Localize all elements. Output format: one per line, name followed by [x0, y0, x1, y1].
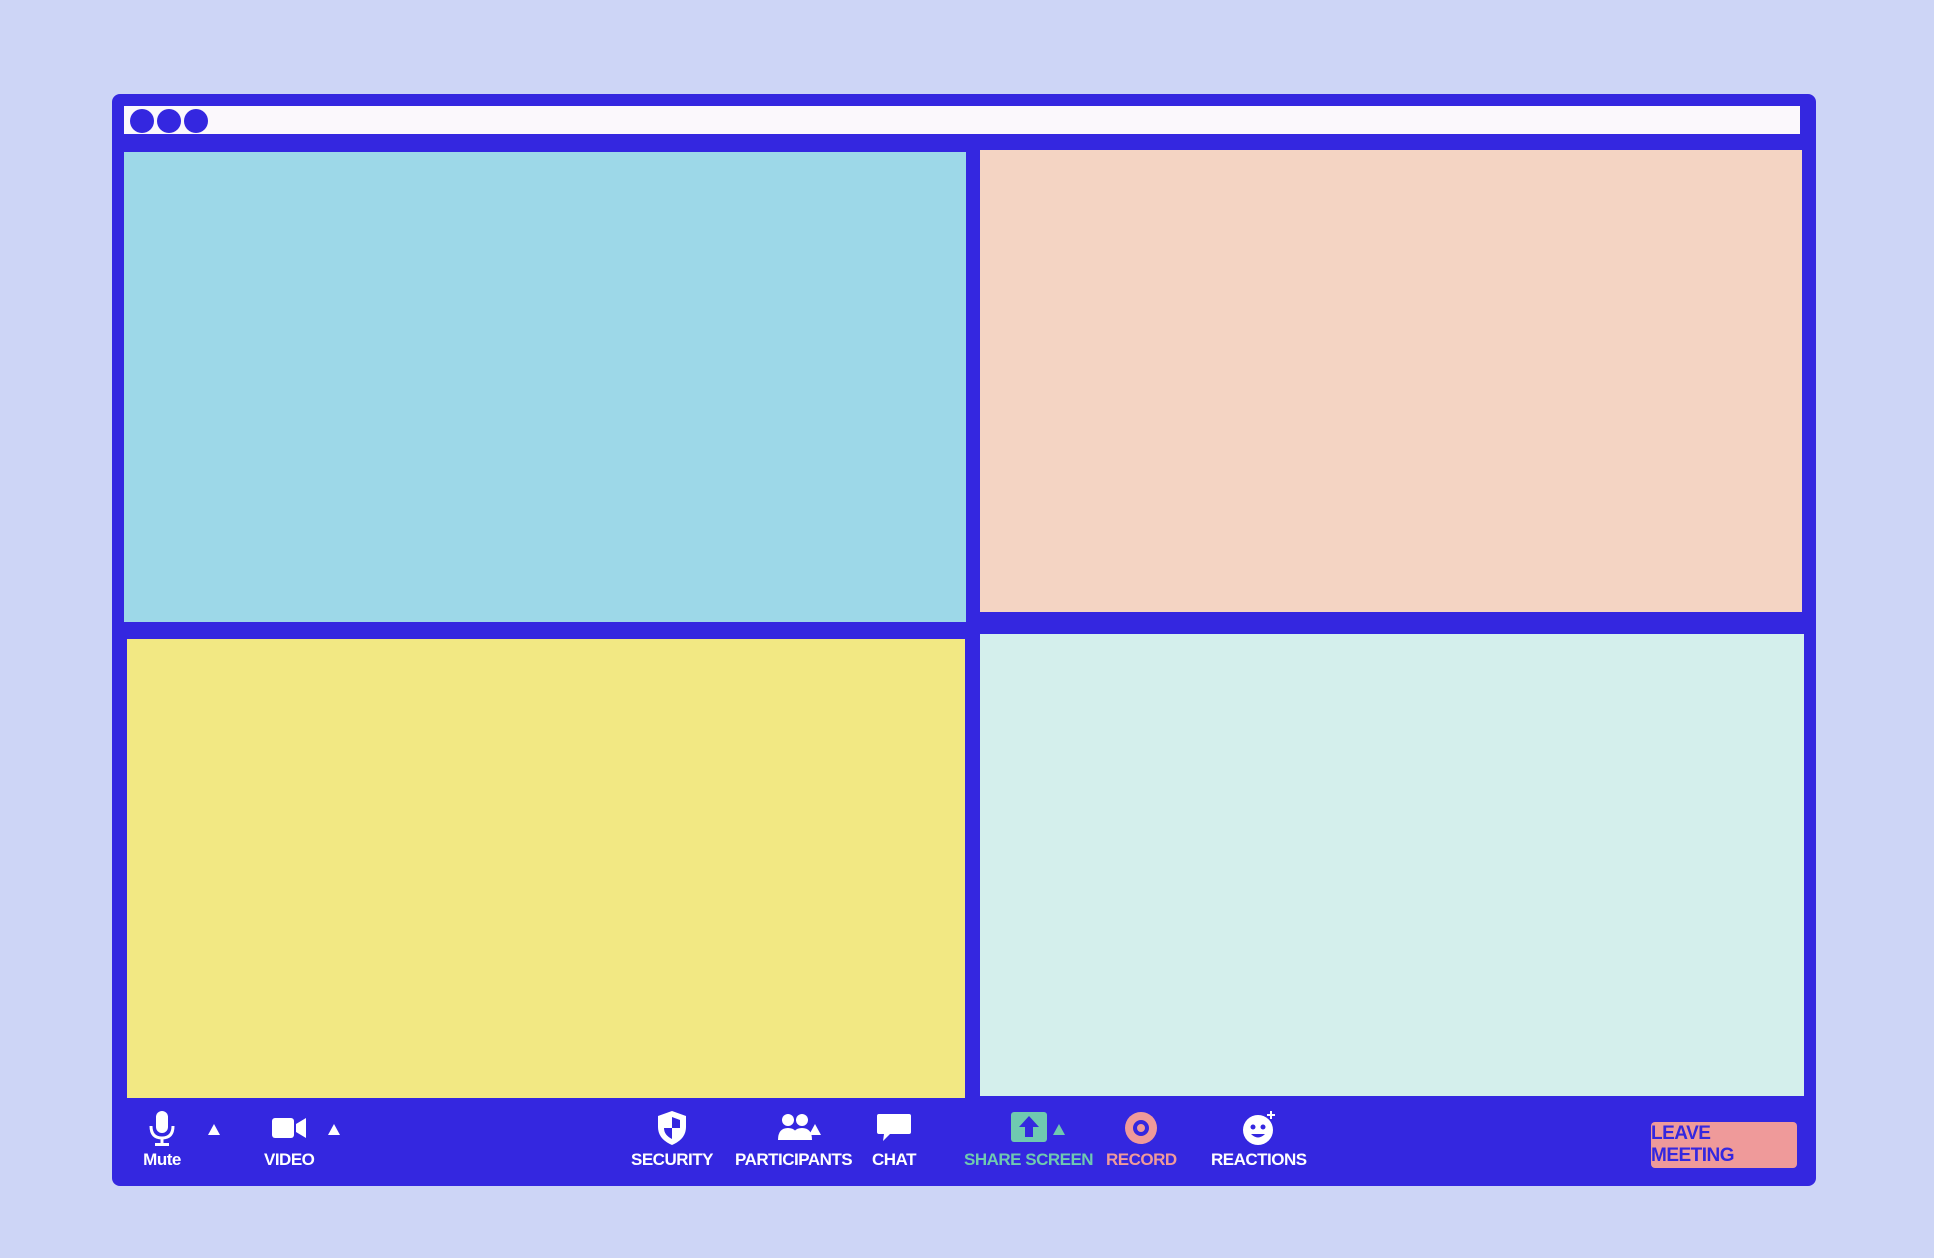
chat-label: CHAT: [872, 1150, 916, 1169]
mute-button[interactable]: Mute: [142, 1108, 182, 1170]
microphone-icon: [149, 1111, 175, 1146]
meeting-window: Mute VIDEO SECURITY PARTICIPANTS CHAT SH…: [112, 94, 1816, 1186]
share-screen-label: SHARE SCREEN: [964, 1150, 1094, 1169]
smiley-icon: [1242, 1111, 1275, 1145]
video-options-caret[interactable]: [328, 1124, 340, 1135]
meeting-toolbar: Mute VIDEO SECURITY PARTICIPANTS CHAT SH…: [112, 1098, 1816, 1186]
chat-bubble-icon: [876, 1114, 911, 1141]
window-close-dot[interactable]: [130, 109, 154, 133]
mute-label: Mute: [143, 1150, 181, 1169]
participants-label: PARTICIPANTS: [735, 1150, 853, 1169]
security-label: SECURITY: [631, 1150, 713, 1169]
reactions-label: REACTIONS: [1211, 1150, 1307, 1169]
security-button[interactable]: SECURITY: [631, 1108, 713, 1170]
mute-options-caret[interactable]: [208, 1124, 220, 1135]
share-screen-button[interactable]: SHARE SCREEN: [964, 1108, 1094, 1170]
record-label: RECORD: [1106, 1150, 1177, 1169]
video-tile-1[interactable]: [124, 152, 966, 622]
record-icon: [1125, 1112, 1158, 1144]
share-arrow-icon: [1010, 1112, 1047, 1142]
participants-options-caret[interactable]: [809, 1124, 821, 1135]
video-button[interactable]: VIDEO: [264, 1108, 315, 1170]
leave-meeting-button[interactable]: LEAVE MEETING: [1651, 1122, 1797, 1168]
video-tile-2[interactable]: [980, 150, 1802, 612]
participants-button[interactable]: PARTICIPANTS: [735, 1108, 853, 1170]
window-minimize-dot[interactable]: [157, 109, 181, 133]
video-label: VIDEO: [264, 1150, 315, 1169]
shield-icon: [657, 1111, 686, 1145]
chat-button[interactable]: CHAT: [872, 1108, 916, 1170]
video-camera-icon: [272, 1118, 307, 1138]
video-tile-3[interactable]: [127, 639, 965, 1098]
title-bar: [124, 106, 1800, 134]
reactions-button[interactable]: REACTIONS: [1211, 1108, 1307, 1170]
video-tile-4[interactable]: [980, 634, 1804, 1096]
leave-meeting-label: LEAVE MEETING: [1651, 1123, 1735, 1166]
window-maximize-dot[interactable]: [184, 109, 208, 133]
people-icon: [777, 1114, 812, 1140]
record-button[interactable]: RECORD: [1106, 1108, 1177, 1170]
share-screen-options-caret[interactable]: [1053, 1124, 1065, 1135]
